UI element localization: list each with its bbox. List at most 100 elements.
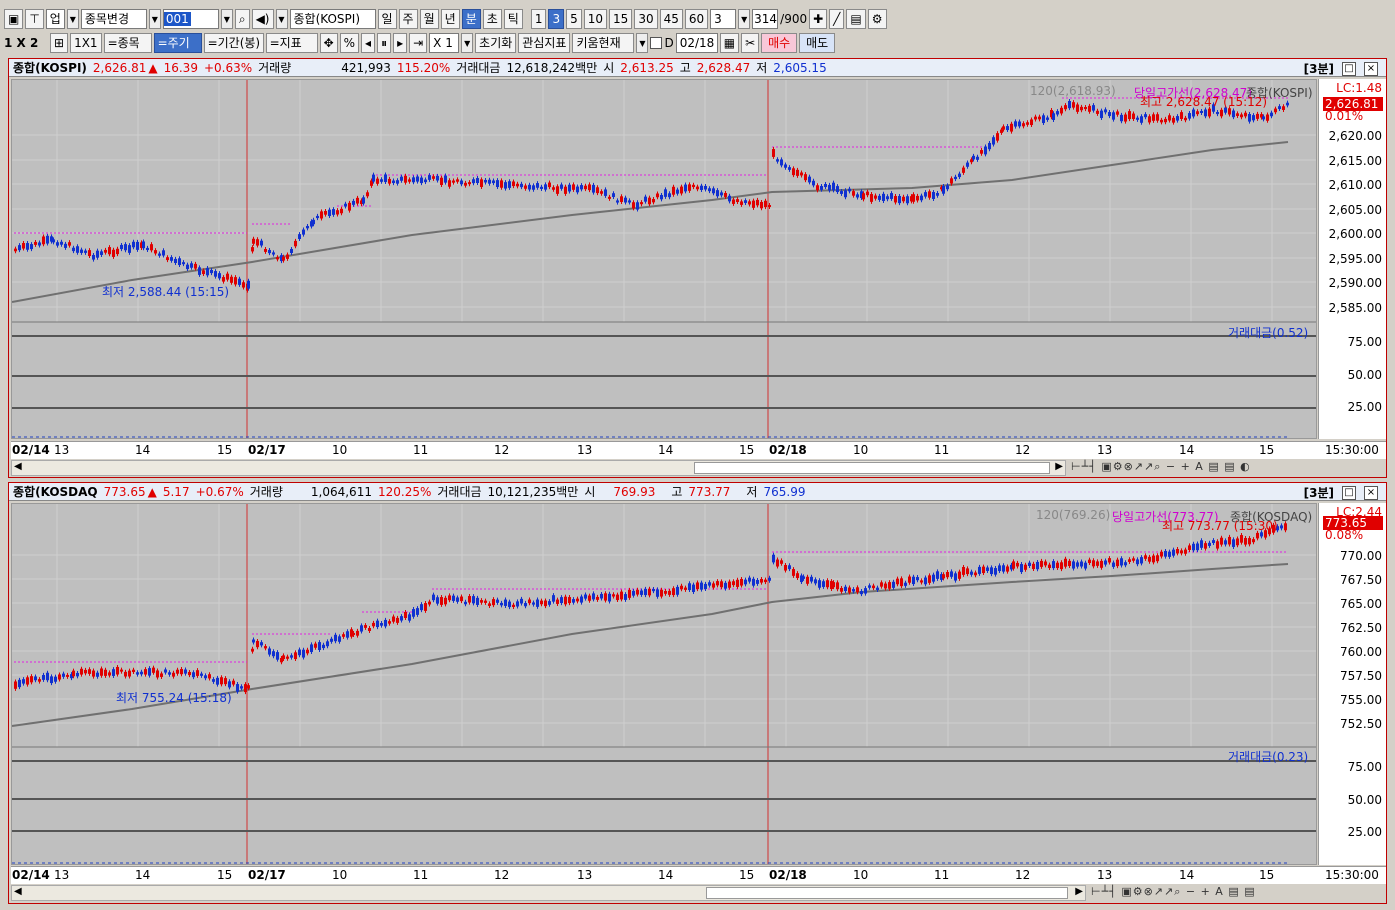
candle (616, 200, 619, 203)
period-tick[interactable]: 틱 (503, 9, 523, 29)
search-icon[interactable]: ⌕ (234, 9, 250, 29)
chevron-down-icon[interactable]: ▼ (738, 9, 751, 29)
close-icon[interactable]: × (1364, 485, 1378, 500)
interval-15[interactable]: 15 (609, 9, 633, 29)
candle (768, 205, 771, 208)
percent-button[interactable]: % (339, 33, 360, 53)
candle (152, 667, 155, 673)
candle (656, 193, 659, 198)
candle (18, 245, 21, 251)
pin-icon[interactable]: ⊤ (25, 9, 44, 29)
chevron-down-icon[interactable]: ▼ (66, 9, 79, 29)
interval-45[interactable]: 45 (659, 9, 683, 29)
code-input[interactable]: 001 (163, 12, 191, 26)
chevron-down-icon[interactable]: ▼ (220, 9, 233, 29)
plot-area[interactable]: 120(2,618.93) 당일고가선(2,628.47) 종합(KOSPI) … (11, 79, 1317, 439)
candle (1112, 112, 1115, 120)
ratio-button[interactable]: 1X1 (70, 33, 102, 53)
end-icon[interactable]: ⇥ (409, 33, 428, 53)
chevron-down-icon[interactable]: ▼ (636, 33, 649, 53)
maximize-icon[interactable]: □ (1342, 61, 1356, 76)
reset-button[interactable]: 초기화 (475, 33, 517, 53)
chart-tools-icons[interactable]: ⊢┴┤ ▣⚙⊗↗↗⌕ − + A ▤ ▤ ◐ (1071, 460, 1251, 474)
candle (864, 588, 867, 594)
candle (996, 133, 999, 141)
period-week[interactable]: 주 (398, 9, 418, 29)
scissors-icon[interactable]: ✂ (741, 33, 760, 53)
count-input[interactable]: 314 (752, 9, 779, 29)
sell-button[interactable]: 매도 (799, 33, 836, 53)
horizontal-scrollbar[interactable]: ◀ ▶ (11, 885, 1086, 901)
gear-icon[interactable]: ⚙ (867, 9, 887, 29)
prev-icon[interactable]: ◂ (361, 33, 376, 53)
interval-10[interactable]: 10 (583, 9, 608, 29)
interval-5[interactable]: 5 (566, 9, 582, 29)
candle (660, 589, 663, 597)
chevron-down-icon[interactable]: ▼ (275, 9, 288, 29)
crosshair-tool-icon[interactable]: ✚ (809, 9, 828, 29)
chevron-down-icon[interactable]: ▼ (461, 33, 474, 53)
chevron-down-icon[interactable]: ▼ (148, 9, 161, 29)
window-icon[interactable]: ▣ (4, 9, 24, 29)
symbol-change-select[interactable]: 종목변경 (80, 9, 147, 29)
buy-button[interactable]: 매수 (761, 33, 798, 53)
date-checkbox[interactable] (650, 37, 663, 49)
zoom-select[interactable]: X 1 (429, 33, 460, 53)
interval-3[interactable]: 3 (548, 9, 565, 29)
line-tool-icon[interactable]: ╱ (829, 9, 845, 29)
candle (912, 194, 915, 202)
candle (220, 677, 223, 685)
candle (212, 679, 215, 682)
pause-icon[interactable]: ⏸ (377, 33, 392, 53)
candle (136, 241, 139, 250)
scroll-thumb[interactable] (706, 887, 1068, 899)
scroll-right-icon[interactable]: ▶ (1075, 886, 1083, 897)
candle (672, 588, 675, 596)
interval-60[interactable]: 60 (684, 9, 709, 29)
watch-indicator-button[interactable]: 관심지표 (518, 33, 571, 53)
market-select[interactable]: 업 (45, 9, 65, 29)
scroll-thumb[interactable] (694, 462, 1050, 474)
grid-icon[interactable]: ⊞ (50, 33, 69, 53)
cycle-button[interactable]: =주기 (153, 33, 202, 53)
kiwoom-now-button[interactable]: 키움현재 (572, 33, 635, 53)
interval-30[interactable]: 30 (634, 9, 658, 29)
candle (772, 149, 775, 157)
scroll-right-icon[interactable]: ▶ (1055, 461, 1063, 472)
period-day[interactable]: 일 (377, 9, 397, 29)
candle (688, 583, 691, 591)
maximize-icon[interactable]: □ (1342, 485, 1356, 500)
indicator-button[interactable]: =지표 (265, 33, 318, 53)
candle (852, 191, 855, 196)
save-icon[interactable]: ▤ (846, 9, 866, 29)
scroll-left-icon[interactable]: ◀ (14, 461, 22, 472)
scroll-left-icon[interactable]: ◀ (14, 886, 22, 897)
period-month[interactable]: 월 (419, 9, 439, 29)
period-minute[interactable]: 분 (461, 9, 481, 29)
close-icon[interactable]: × (1364, 61, 1378, 76)
interval-1[interactable]: 1 (530, 9, 547, 29)
range-button[interactable]: =기간(봉) (203, 33, 264, 53)
layout-label[interactable]: 1 X 2 (4, 36, 48, 50)
speaker-icon[interactable]: ◀) (251, 9, 274, 29)
item-button[interactable]: =종목 (103, 33, 152, 53)
period-second[interactable]: 초 (482, 9, 502, 29)
candle (1168, 551, 1171, 557)
plot-area[interactable]: 120(769.26) 당일고가선(773.77) 종합(KOSDAQ) 최고 … (11, 503, 1317, 865)
chart-tools-icons[interactable]: ⊢┴┤ ▣⚙⊗↗↗⌕ − + A ▤ ▤ (1091, 885, 1256, 899)
candle (788, 167, 791, 170)
candle (1228, 536, 1231, 545)
next-icon[interactable]: ▸ (393, 33, 408, 53)
period-year[interactable]: 년 (440, 9, 460, 29)
candle (628, 589, 631, 598)
candle (356, 630, 359, 636)
horizontal-scrollbar[interactable]: ◀ ▶ (11, 460, 1066, 476)
calendar-icon[interactable]: ▦ (719, 33, 740, 53)
move-icon[interactable]: ✥ (319, 33, 338, 53)
interval-select[interactable]: 3 (710, 9, 737, 29)
date-input[interactable]: 02/18 (675, 33, 718, 53)
candle (1072, 102, 1075, 108)
candle (1240, 114, 1243, 118)
candle (456, 179, 459, 182)
candle (34, 241, 37, 245)
